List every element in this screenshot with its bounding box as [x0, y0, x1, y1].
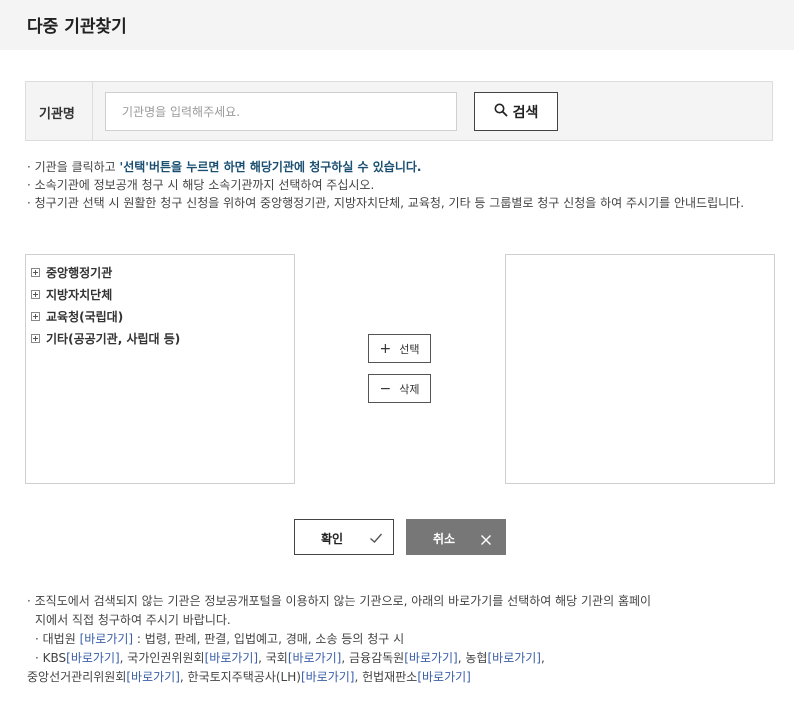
- page-header: 다중 기관찾기: [0, 0, 794, 50]
- agency-tree-panel: 중앙행정기관 지방자치단체 교육청(국립대) 기타(공공기관, 사립대 등): [25, 254, 295, 484]
- kbs-label: · KBS: [35, 651, 67, 665]
- bottom-note-1: · 조직도에서 검색되지 않는 기관은 정보공개포털을 이용하지 않는 기관으로…: [27, 594, 652, 608]
- external-links-notes: · 조직도에서 검색되지 않는 기관은 정보공개포털을 이용하지 않는 기관으로…: [27, 592, 772, 687]
- search-label: 기관명: [39, 107, 75, 122]
- agency-search-input[interactable]: [105, 92, 457, 131]
- note-1-highlight: '선택'버튼을 누르면 하면 해당기관에 청구하실 수 있습니다.: [119, 160, 422, 174]
- supreme-court-line: · 대법원 [바로가기] : 법령, 판례, 판결, 입법예고, 경매, 소송 …: [27, 630, 772, 649]
- assembly-link[interactable]: [바로가기]: [288, 651, 342, 665]
- selected-agencies-panel[interactable]: [505, 254, 775, 484]
- tree-item-central-gov[interactable]: 중앙행정기관: [31, 261, 294, 283]
- shortcut-line-1: · KBS[바로가기], 국가인권위원회[바로가기], 국회[바로가기], 금융…: [27, 649, 772, 668]
- nh-link[interactable]: [바로가기]: [487, 651, 541, 665]
- expand-plus-icon[interactable]: [31, 289, 40, 299]
- confirm-button[interactable]: 확인: [294, 519, 394, 555]
- tree-item-education[interactable]: 교육청(국립대): [31, 305, 294, 327]
- shortcut-line-2: 중앙선거관리위원회[바로가기], 한국토지주택공사(LH)[바로가기], 헌법재…: [27, 668, 772, 687]
- instruction-notes: · 기관을 클릭하고 '선택'버튼을 누르면 하면 해당기관에 청구하실 수 있…: [27, 158, 772, 212]
- kbs-link[interactable]: [바로가기]: [66, 651, 120, 665]
- supreme-court-link[interactable]: [바로가기]: [80, 632, 134, 646]
- nhrc-label: , 국가인권위원회: [119, 651, 205, 665]
- nec-link[interactable]: [바로가기]: [126, 670, 180, 684]
- search-button[interactable]: 검색: [474, 92, 558, 131]
- expand-plus-icon[interactable]: [31, 267, 40, 277]
- supreme-court-desc: : 법령, 판례, 판결, 입법예고, 경매, 소송 등의 청구 시: [133, 632, 405, 646]
- agency-tree: 중앙행정기관 지방자치단체 교육청(국립대) 기타(공공기관, 사립대 등): [26, 255, 294, 349]
- close-icon: [480, 531, 492, 550]
- ccourt-link[interactable]: [바로가기]: [417, 670, 471, 684]
- plus-icon: +: [379, 340, 392, 357]
- cancel-button[interactable]: 취소: [406, 519, 506, 555]
- lh-link[interactable]: [바로가기]: [301, 670, 355, 684]
- minus-icon: −: [379, 380, 392, 397]
- note-2: · 소속기관에 정보공개 청구 시 해당 소속기관까지 선택하여 주십시오.: [27, 178, 375, 192]
- ccourt-label: , 헌법재판소: [354, 670, 418, 684]
- tree-item-others[interactable]: 기타(공공기관, 사립대 등): [31, 327, 294, 349]
- tree-item-label: 교육청(국립대): [46, 309, 124, 324]
- search-box: 기관명 검색: [25, 81, 773, 141]
- assembly-label: , 국회: [258, 651, 288, 665]
- nec-label: 중앙선거관리위원회: [27, 670, 127, 684]
- select-button[interactable]: + 선택: [368, 334, 431, 363]
- nh-label: , 농협: [457, 651, 488, 665]
- lh-label: , 한국토지주택공사(LH): [179, 670, 301, 684]
- confirm-button-label: 확인: [321, 532, 344, 546]
- search-button-label: 검색: [512, 104, 539, 121]
- tree-item-label: 기타(공공기관, 사립대 등): [46, 331, 181, 346]
- search-icon: [494, 102, 508, 121]
- cancel-button-label: 취소: [433, 532, 456, 546]
- trailing-comma: ,: [541, 651, 545, 665]
- check-icon: [369, 530, 383, 549]
- expand-plus-icon[interactable]: [31, 311, 40, 321]
- note-3: · 청구기관 선택 시 원활한 청구 신청을 위하여 중앙행정기관, 지방자치단…: [27, 196, 745, 210]
- fss-label: , 금융감독원: [341, 651, 405, 665]
- supreme-court-label: · 대법원: [35, 632, 80, 646]
- fss-link[interactable]: [바로가기]: [404, 651, 458, 665]
- tree-item-label: 지방자치단체: [46, 287, 113, 302]
- bottom-note-1-cont: 지에서 직접 청구하여 주시기 바랍니다.: [35, 613, 231, 627]
- page-title: 다중 기관찾기: [27, 17, 127, 37]
- select-button-label: 선택: [399, 342, 420, 356]
- expand-plus-icon[interactable]: [31, 333, 40, 343]
- tree-item-label: 중앙행정기관: [46, 265, 113, 280]
- nhrc-link[interactable]: [바로가기]: [205, 651, 259, 665]
- search-label-cell: 기관명: [26, 82, 93, 140]
- tree-item-local-gov[interactable]: 지방자치단체: [31, 283, 294, 305]
- note-1: · 기관을 클릭하고 '선택'버튼을 누르면 하면 해당기관에 청구하실 수 있…: [27, 158, 772, 176]
- delete-button[interactable]: − 삭제: [368, 374, 431, 403]
- note-1-prefix: · 기관을 클릭하고: [27, 160, 120, 174]
- delete-button-label: 삭제: [399, 382, 420, 396]
